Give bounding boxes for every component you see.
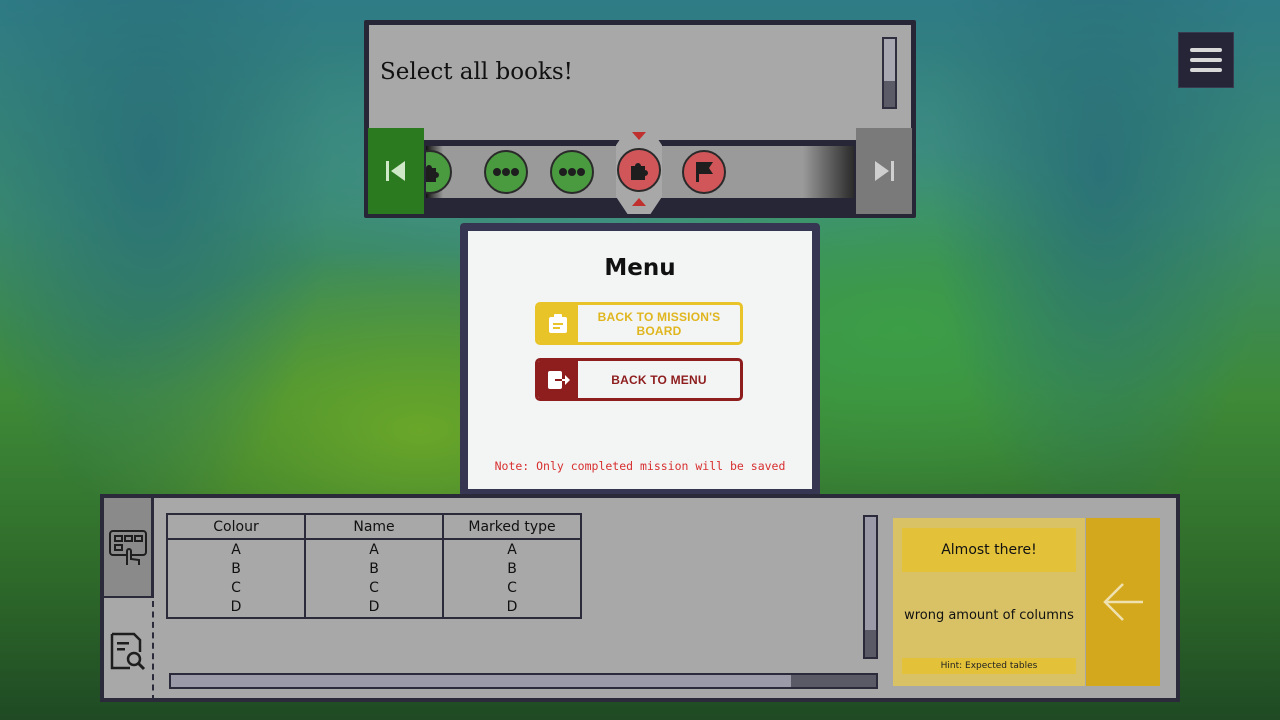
tab-select-tool[interactable] bbox=[104, 498, 154, 598]
step-current-puzzle[interactable] bbox=[617, 148, 661, 192]
previous-step-button[interactable] bbox=[368, 128, 424, 214]
menu-icon bbox=[1190, 48, 1222, 52]
table-horizontal-scrollbar[interactable] bbox=[169, 673, 878, 689]
save-note: Note: Only completed mission will be sav… bbox=[494, 459, 786, 473]
dots-icon bbox=[559, 168, 585, 176]
back-to-menu-label: Back to menu bbox=[611, 372, 707, 387]
step-puzzle[interactable] bbox=[426, 150, 452, 194]
instruction-box: Select all books! bbox=[369, 25, 911, 140]
back-to-menu-button[interactable]: Back to menu bbox=[535, 358, 743, 401]
puzzle-icon bbox=[631, 163, 648, 180]
table-cell-colour: ABCD bbox=[166, 538, 306, 619]
skip-forward-icon bbox=[875, 161, 894, 181]
step-flag[interactable] bbox=[682, 150, 726, 194]
mission-board-label: Back to mission's board bbox=[597, 309, 721, 338]
puzzle-icon bbox=[426, 165, 439, 182]
column-header: Colour bbox=[166, 513, 306, 540]
clipboard-icon bbox=[549, 313, 567, 333]
dots-icon bbox=[493, 168, 519, 176]
column-header: Name bbox=[304, 513, 444, 540]
table-cell-marked-type: ABCD bbox=[442, 538, 582, 619]
back-to-mission-board-button[interactable]: Back to mission's board bbox=[535, 302, 743, 345]
marker-arrow-top bbox=[632, 132, 646, 140]
back-arrow-button[interactable] bbox=[1086, 518, 1160, 686]
feedback-panel: Almost there! wrong amount of columns Hi… bbox=[893, 518, 1085, 686]
table-cell-name: ABCD bbox=[304, 538, 444, 619]
document-search-icon bbox=[110, 632, 146, 671]
marker-arrow-bottom bbox=[632, 198, 646, 206]
modal-title: Menu bbox=[604, 255, 676, 281]
touch-grid-icon bbox=[108, 530, 147, 565]
feedback-message: wrong amount of columns bbox=[904, 608, 1074, 623]
arrow-left-icon bbox=[1103, 583, 1143, 621]
feedback-title: Almost there! bbox=[902, 528, 1076, 572]
table-row: ABCD ABCD ABCD bbox=[166, 538, 582, 619]
skip-back-icon bbox=[386, 161, 405, 181]
feedback-hint: Hint: Expected tables bbox=[902, 658, 1076, 674]
flag-icon bbox=[696, 162, 713, 182]
exit-icon bbox=[548, 370, 570, 389]
instruction-panel: Select all books! bbox=[364, 20, 916, 218]
result-table: Colour Name Marked type ABCD ABCD ABCD bbox=[166, 513, 582, 619]
query-panel: Colour Name Marked type ABCD ABCD ABCD A… bbox=[100, 494, 1180, 702]
instruction-text: Select all books! bbox=[380, 59, 573, 85]
instruction-scrollbar[interactable] bbox=[882, 37, 897, 109]
table-vertical-scrollbar[interactable] bbox=[863, 515, 878, 659]
hamburger-menu-button[interactable] bbox=[1178, 32, 1234, 88]
tab-inspect-tool[interactable] bbox=[104, 601, 154, 701]
step-dots[interactable] bbox=[550, 150, 594, 194]
step-dots[interactable] bbox=[484, 150, 528, 194]
menu-modal: Menu Back to mission's board bbox=[460, 223, 820, 497]
column-header: Marked type bbox=[442, 513, 582, 540]
next-step-button[interactable] bbox=[856, 128, 912, 214]
